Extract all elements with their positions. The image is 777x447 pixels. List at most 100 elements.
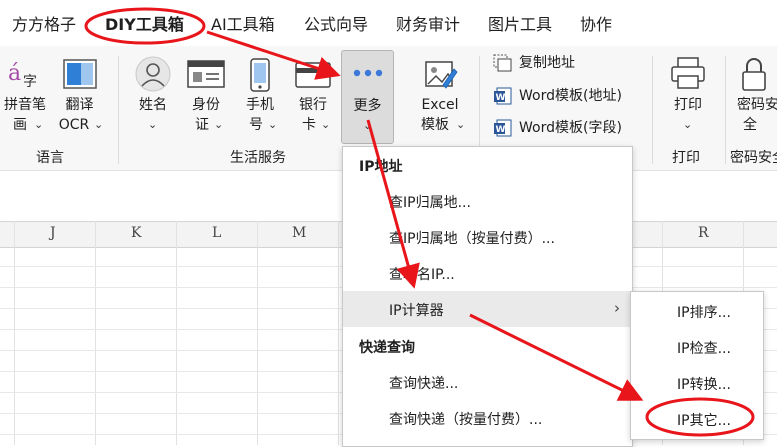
more-button[interactable]: 更多 ⌄	[341, 50, 394, 144]
phone-button[interactable]: 手机 号 ⌄	[238, 56, 282, 136]
chevron-down-icon: ⌄	[148, 118, 158, 131]
word-template-address-button[interactable]: W Word模板(地址)	[493, 85, 643, 107]
idcard-label-1: 身份	[192, 97, 220, 113]
bankcard-icon	[295, 62, 331, 88]
menu-item-label: 查域名IP...	[389, 267, 455, 283]
column-header-j[interactable]: J	[50, 225, 56, 241]
menu-bar: 方方格子 DIY工具箱 AI工具箱 公式向导 财务审计 图片工具 协作	[0, 0, 777, 46]
divider	[725, 56, 726, 164]
copy-icon	[493, 54, 512, 72]
chevron-right-icon: ›	[614, 299, 620, 317]
svg-text:字: 字	[23, 74, 37, 88]
group-label-language: 语言	[36, 150, 64, 166]
pinyin-icon: á 字	[8, 61, 37, 88]
submenu-item-ip-other[interactable]: IP其它...	[631, 401, 763, 437]
menu-item-ip-calculator[interactable]: IP计算器 ›	[343, 291, 632, 327]
copy-address-button[interactable]: 复制地址	[493, 52, 633, 74]
group-label-print: 打印	[672, 150, 700, 166]
name-label: 姓名	[139, 97, 167, 113]
more-dropdown-menu: IP地址 查IP归属地... 查IP归属地（按量付费）... 查域名IP... …	[342, 146, 633, 447]
ip-calculator-submenu: IP排序... IP检查... IP转换... IP其它...	[630, 291, 764, 440]
tab-finance-audit[interactable]: 财务审计	[396, 15, 460, 35]
submenu-item-ip-convert[interactable]: IP转换...	[631, 365, 763, 401]
tab-ai-toolbox[interactable]: AI工具箱	[211, 15, 275, 35]
tab-diy-toolbox[interactable]: DIY工具箱	[105, 15, 184, 35]
svg-text:á: á	[8, 61, 21, 86]
phone-icon	[250, 58, 270, 92]
menu-item-ip-location[interactable]: 查IP归属地...	[343, 183, 632, 219]
divider	[652, 56, 653, 164]
menu-item-label: IP计算器	[389, 303, 444, 319]
chevron-down-icon: ⌄	[683, 118, 693, 131]
chevron-down-icon: ⌄	[363, 119, 373, 132]
chevron-down-icon: ⌄	[214, 118, 224, 131]
copy-address-label: 复制地址	[519, 55, 575, 71]
translate-label-1: 翻译	[65, 97, 94, 113]
word-template-field-label: Word模板(字段)	[519, 120, 622, 136]
submenu-item-ip-sort[interactable]: IP排序...	[631, 293, 763, 329]
chevron-down-icon: ⌄	[456, 118, 466, 131]
name-button[interactable]: 姓名 ⌄	[131, 56, 175, 136]
phone-label-1: 手机	[246, 97, 274, 113]
group-label-life-services: 生活服务	[230, 150, 286, 166]
print-label: 打印	[674, 97, 702, 113]
idcard-button[interactable]: 身份 证 ⌄	[184, 56, 228, 136]
menu-item-label: IP检查...	[677, 341, 731, 357]
group-label-password-security: 密码安全	[730, 150, 777, 166]
word-template-address-label: Word模板(地址)	[519, 88, 622, 104]
grid-line	[338, 221, 339, 445]
tab-image-tools[interactable]: 图片工具	[488, 15, 552, 35]
print-button[interactable]: 打印 ⌄	[664, 56, 712, 136]
column-header-r[interactable]: R	[698, 225, 709, 241]
menu-item-label: IP其它...	[677, 413, 731, 429]
idcard-icon	[187, 60, 225, 88]
translate-ocr-button[interactable]: 翻译 OCR ⌄	[52, 56, 107, 136]
grid-line	[95, 221, 96, 445]
more-icon	[353, 69, 383, 77]
column-header-l[interactable]: L	[212, 225, 221, 241]
tab-collaborate[interactable]: 协作	[580, 15, 612, 35]
more-label: 更多	[353, 98, 382, 114]
translate-label-2: OCR	[58, 117, 90, 133]
divider	[118, 56, 119, 164]
word-icon: W	[494, 87, 512, 105]
column-header-m[interactable]: M	[292, 225, 306, 241]
menu-item-label: 查询快递（按量付费）...	[389, 412, 543, 428]
ip-address-section-header: IP地址	[359, 159, 403, 175]
menu-item-query-express[interactable]: 查询快递...	[343, 364, 632, 400]
svg-text:W: W	[496, 93, 506, 103]
password-security-label-2: 全	[743, 117, 757, 133]
grid-line	[176, 221, 177, 445]
chevron-down-icon: ⌄	[94, 118, 104, 131]
lock-icon	[742, 58, 766, 91]
menu-item-label: 查IP归属地...	[389, 195, 471, 211]
menu-item-ip-location-paid[interactable]: 查IP归属地（按量付费）...	[343, 219, 632, 255]
chevron-down-icon: ⌄	[268, 118, 278, 131]
word-icon: W	[494, 119, 512, 137]
pinyin-button[interactable]: á 字 拼音笔 画 ⌄	[0, 56, 50, 136]
password-security-button[interactable]: 密码安 全	[733, 56, 777, 136]
menu-item-label: 查询快递...	[389, 376, 459, 392]
tab-fangfanggezi[interactable]: 方方格子	[12, 15, 76, 35]
chevron-down-icon: ⌄	[321, 118, 331, 131]
person-icon	[135, 56, 171, 92]
bankcard-button[interactable]: 银行 卡 ⌄	[291, 56, 335, 136]
express-section-header: 快递查询	[359, 340, 415, 356]
password-security-label-1: 密码安	[737, 97, 777, 113]
column-header-k[interactable]: K	[131, 225, 141, 241]
excel-template-label-2: 模板	[421, 117, 449, 133]
pinyin-label-1: 拼音笔	[4, 97, 46, 113]
word-template-field-button[interactable]: W Word模板(字段)	[493, 117, 643, 139]
svg-text:W: W	[496, 125, 506, 135]
bankcard-label-1: 银行	[299, 97, 327, 113]
translate-icon	[63, 59, 97, 89]
chevron-down-icon: ⌄	[34, 118, 44, 131]
menu-item-query-express-paid[interactable]: 查询快递（按量付费）...	[343, 400, 632, 436]
submenu-item-ip-check[interactable]: IP检查...	[631, 329, 763, 365]
tab-formula-wizard[interactable]: 公式向导	[304, 15, 368, 35]
excel-template-label-1: Excel	[421, 97, 459, 113]
menu-item-label: 查IP归属地（按量付费）...	[389, 231, 555, 247]
menu-item-label: IP转换...	[677, 377, 731, 393]
menu-item-domain-ip[interactable]: 查域名IP...	[343, 255, 632, 291]
excel-template-button[interactable]: Excel 模板 ⌄	[412, 56, 468, 136]
